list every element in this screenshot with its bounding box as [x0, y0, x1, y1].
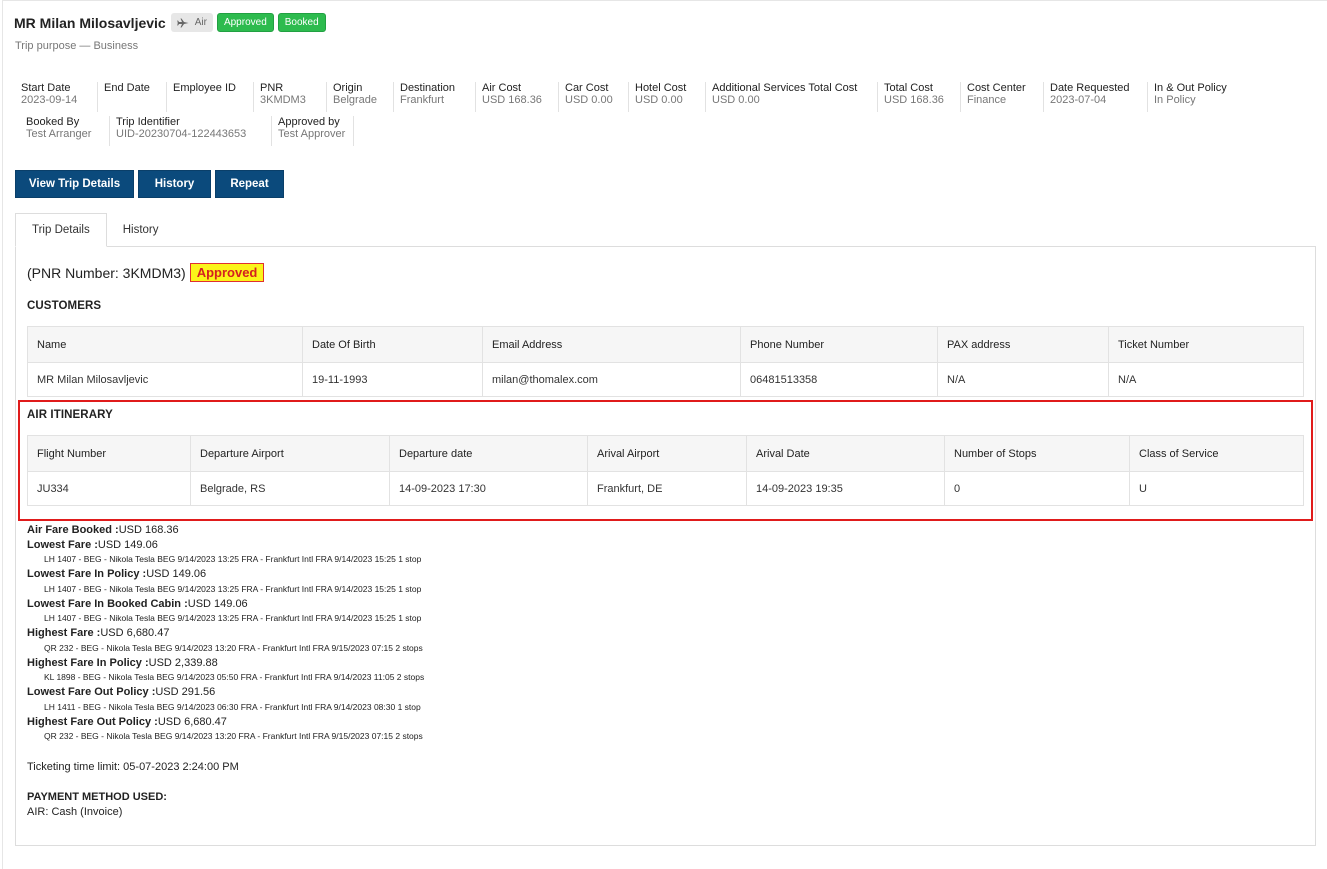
pnr-line: (PNR Number: 3KMDM3) Approved: [27, 263, 265, 282]
table-cell: milan@thomalex.com: [482, 362, 741, 397]
field-car-cost: Car Cost USD 0.00: [559, 82, 629, 112]
table-cell: JU334: [27, 471, 191, 506]
column-header: Date Of Birth: [302, 326, 483, 363]
field-hotel-cost: Hotel Cost USD 0.00: [629, 82, 706, 112]
column-header: Class of Service: [1129, 435, 1304, 472]
customers-title: CUSTOMERS: [27, 300, 102, 312]
customers-table: Name Date Of Birth Email Address Phone N…: [27, 326, 1304, 397]
history-button[interactable]: History: [138, 170, 211, 198]
table-cell: Belgrade, RS: [190, 471, 390, 506]
repeat-button[interactable]: Repeat: [215, 170, 284, 198]
column-header: Email Address: [482, 326, 741, 363]
fare-detail: QR 232 - BEG - Nikola Tesla BEG 9/14/202…: [44, 731, 423, 741]
ticketing-time-limit: Ticketing time limit: 05-07-2023 2:24:00…: [27, 761, 239, 773]
table-header-row: Flight Number Departure Airport Departur…: [27, 435, 1304, 472]
table-cell: 19-11-1993: [302, 362, 483, 397]
traveler-name: MR Milan Milosavljevic: [14, 14, 166, 31]
field-total-cost: Total Cost USD 168.36: [878, 82, 961, 112]
table-cell: U: [1129, 471, 1304, 506]
table-cell: Frankfurt, DE: [587, 471, 747, 506]
payment-method-title: PAYMENT METHOD USED:: [27, 791, 167, 803]
air-tag: Air: [170, 13, 213, 32]
air-itinerary-title: AIR ITINERARY: [27, 409, 113, 421]
payment-method-value: AIR: Cash (Invoice): [27, 806, 123, 818]
airplane-icon: [176, 18, 189, 27]
pnr-number: (PNR Number: 3KMDM3): [27, 264, 186, 281]
field-booked-by: Booked By Test Arranger: [20, 116, 110, 146]
table-header-row: Name Date Of Birth Email Address Phone N…: [27, 326, 1304, 363]
field-origin: Origin Belgrade: [327, 82, 394, 112]
field-additional-services-cost: Additional Services Total Cost USD 0.00: [706, 82, 878, 112]
table-row: JU334 Belgrade, RS 14-09-2023 17:30 Fran…: [27, 471, 1304, 506]
table-cell: N/A: [937, 362, 1109, 397]
table-cell: 0: [944, 471, 1130, 506]
column-header: Ticket Number: [1108, 326, 1304, 363]
field-start-date: Start Date 2023-09-14: [15, 82, 98, 112]
air-itinerary-table: Flight Number Departure Airport Departur…: [27, 435, 1304, 506]
field-pnr: PNR 3KMDM3: [254, 82, 327, 112]
column-header: Name: [27, 326, 303, 363]
booked-tag: Booked: [277, 13, 326, 32]
summary-row-1: Start Date 2023-09-14 End Date Employee I…: [15, 82, 1238, 112]
pnr-status-badge: Approved: [189, 263, 265, 282]
tab-history[interactable]: History: [107, 213, 175, 247]
field-destination: Destination Frankfurt: [394, 82, 476, 112]
column-header: Arival Date: [746, 435, 945, 472]
table-cell: MR Milan Milosavljevic: [27, 362, 303, 397]
view-trip-details-button[interactable]: View Trip Details: [15, 170, 134, 198]
table-cell: N/A: [1108, 362, 1304, 397]
trip-purpose: Trip purpose — Business: [15, 40, 139, 52]
column-header: Flight Number: [27, 435, 191, 472]
fare-detail: LH 1411 - BEG - Nikola Tesla BEG 9/14/20…: [44, 701, 421, 712]
fare-detail: LH 1407 - BEG - Nikola Tesla BEG 9/14/20…: [44, 613, 422, 623]
field-trip-identifier: Trip Identifier UID-20230704-122443653: [110, 116, 272, 146]
field-approved-by: Approved by Test Approver: [272, 116, 354, 146]
fare-lowest-out-policy: Lowest Fare Out Policy :USD 291.56: [27, 686, 216, 698]
field-policy: In & Out Policy In Policy: [1154, 82, 1227, 106]
approved-tag: Approved: [216, 13, 274, 32]
field-cost-center: Cost Center Finance: [961, 82, 1044, 112]
action-buttons: View Trip Details History Repeat: [15, 170, 288, 198]
field-end-date: End Date: [98, 82, 167, 112]
tab-trip-details[interactable]: Trip Details: [15, 213, 107, 247]
field-date-requested: Date Requested 2023-07-04: [1044, 82, 1148, 112]
tab-bar: Trip Details History: [15, 213, 175, 247]
summary-row-2: Booked By Test Arranger Trip Identifier UI…: [20, 116, 354, 146]
fare-highest: Highest Fare :USD 6,680.47: [27, 627, 170, 639]
fare-detail: LH 1407 - BEG - Nikola Tesla BEG 9/14/20…: [44, 554, 422, 564]
fare-lowest: Lowest Fare :USD 149.06: [27, 538, 158, 551]
table-cell: 14-09-2023 19:35: [746, 471, 945, 506]
fare-lowest-booked-cabin: Lowest Fare In Booked Cabin :USD 149.06: [27, 597, 248, 610]
table-cell: 14-09-2023 17:30: [389, 471, 588, 506]
fare-lowest-in-policy: Lowest Fare In Policy :USD 149.06: [27, 568, 207, 580]
column-header: PAX address: [937, 326, 1109, 363]
column-header: Number of Stops: [944, 435, 1130, 472]
fare-detail: KL 1898 - BEG - Nikola Tesla BEG 9/14/20…: [44, 672, 425, 682]
column-header: Arival Airport: [587, 435, 747, 472]
field-air-cost: Air Cost USD 168.36: [476, 82, 559, 112]
table-row: MR Milan Milosavljevic 19-11-1993 milan@…: [27, 362, 1304, 397]
air-tag-label: Air: [194, 17, 207, 28]
column-header: Departure date: [389, 435, 588, 472]
field-employee-id: Employee ID: [167, 82, 254, 112]
fare-detail: QR 232 - BEG - Nikola Tesla BEG 9/14/202…: [44, 642, 423, 653]
trip-header: MR Milan Milosavljevic Air Approved Book…: [14, 13, 330, 32]
column-header: Departure Airport: [190, 435, 390, 472]
column-header: Phone Number: [740, 326, 938, 363]
fare-highest-out-policy: Highest Fare Out Policy :USD 6,680.47: [27, 715, 227, 728]
fare-summary: Air Fare Booked :USD 168.36 Lowest Fare …: [27, 523, 424, 744]
fare-booked: Air Fare Booked :USD 168.36: [27, 524, 179, 536]
table-cell: 06481513358: [740, 362, 938, 397]
fare-highest-in-policy: Highest Fare In Policy :USD 2,339.88: [27, 656, 218, 669]
fare-detail: LH 1407 - BEG - Nikola Tesla BEG 9/14/20…: [44, 583, 422, 594]
